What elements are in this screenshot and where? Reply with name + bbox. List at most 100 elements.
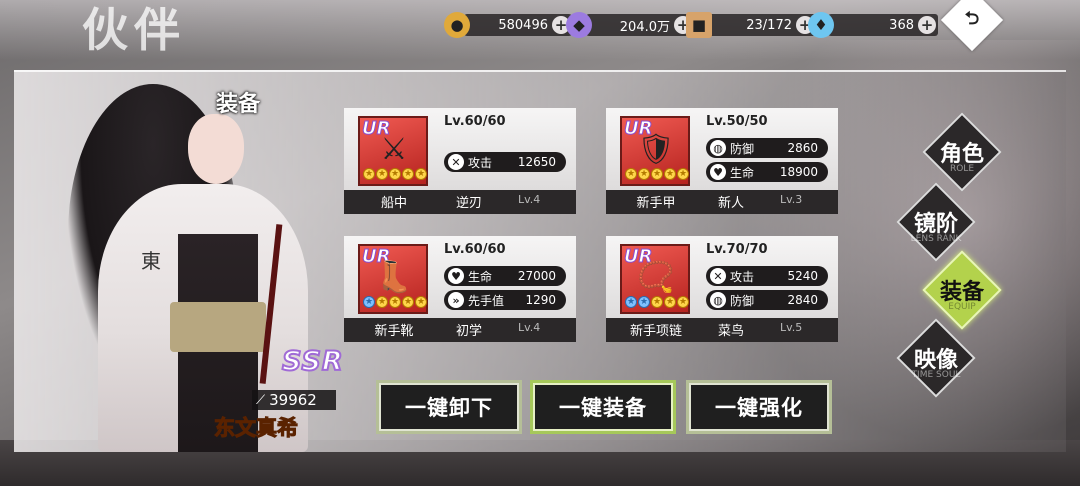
equip-stat: ◍ 防御 2860 <box>706 138 828 158</box>
equip-level: Lv.60/60 <box>444 242 506 257</box>
star-rating: ★ ★ ★ ★ ★ <box>362 296 428 310</box>
equip-sublevel: Lv.5 <box>780 321 803 334</box>
star-icon: ★ <box>677 168 689 180</box>
tab-sublabel: EQUIP <box>948 302 976 312</box>
star-icon: ★ <box>664 168 676 180</box>
equip-card-necklace[interactable]: UR 📿 ★ ★ ★ ★ ★ Lv.70/70 ✕ 攻击 5240 ◍ 防御 2840 … <box>606 236 838 342</box>
stat-value: 12650 <box>517 155 556 169</box>
star-rating: ★ ★ ★ ★ ★ <box>362 168 428 182</box>
stat-label: 防御 <box>730 141 755 156</box>
equip-stat: » 先手值 1290 <box>444 290 566 310</box>
tab-time-soul[interactable]: 映像 TIME SOUL <box>894 316 978 400</box>
resource-gold: ● 580496 + <box>444 12 572 38</box>
armor-icon: 🛡 <box>636 132 676 167</box>
stat-value: 2840 <box>787 293 818 307</box>
tab-sublabel: TIME SOUL <box>911 370 961 380</box>
heart-icon: ♥ <box>710 164 726 180</box>
equip-slot-name: 船中 <box>380 196 407 211</box>
stat-label: 攻击 <box>730 269 755 284</box>
back-button[interactable]: ⮌ <box>940 0 1004 52</box>
star-icon: ★ <box>376 296 388 308</box>
unequip-all-button[interactable]: 一键卸下 <box>376 380 522 434</box>
star-icon: ★ <box>415 168 427 180</box>
heart-icon: ♥ <box>448 268 464 284</box>
star-icon: ★ <box>389 168 401 180</box>
shield-icon: ◍ <box>710 140 726 156</box>
katana-icon: ⚔ <box>380 132 408 167</box>
star-icon: ★ <box>638 168 650 180</box>
star-icon: ★ <box>651 296 663 308</box>
stat-label: 先手值 <box>468 293 505 308</box>
tab-sublabel: ROLE <box>949 164 975 174</box>
star-icon: ★ <box>376 168 388 180</box>
combat-power: ⟋ 39962 <box>252 390 336 410</box>
resource-gold-pill: 580496 + <box>464 14 572 36</box>
equip-card-boots[interactable]: UR 👢 ★ ★ ★ ★ ★ Lv.60/60 ♥ 生命 27000 » 先手值 129… <box>344 236 576 342</box>
star-icon: ★ <box>363 296 375 308</box>
equip-sublevel: Lv.3 <box>780 193 803 206</box>
sword-icon: ✕ <box>710 268 726 284</box>
resource-crystal-value: 204.0万 <box>619 19 670 35</box>
stat-label: 攻击 <box>468 155 493 170</box>
equip-all-button[interactable]: 一键装备 <box>530 380 676 434</box>
boots-icon: 👢 <box>375 260 413 295</box>
star-rating: ★ ★ ★ ★ ★ <box>624 296 690 310</box>
tab-sublabel: LENS RANK <box>910 234 962 244</box>
character-emblem: 東 <box>141 249 161 273</box>
power-sword-icon: ⟋ <box>256 392 266 408</box>
back-arrow-icon: ⮌ <box>964 8 980 29</box>
enhance-all-button[interactable]: 一键强化 <box>686 380 832 434</box>
character-name: 东文真希 <box>214 415 299 441</box>
equip-stat: ◍ 防御 2840 <box>706 290 828 310</box>
resource-diamond-pill: 368 + <box>828 14 938 36</box>
star-icon: ★ <box>389 296 401 308</box>
star-icon: ★ <box>402 296 414 308</box>
stat-value: 1290 <box>525 293 556 307</box>
equip-sublevel: Lv.4 <box>518 321 541 334</box>
stat-value: 5240 <box>787 269 818 283</box>
equip-icon-boots: UR 👢 ★ ★ ★ ★ ★ <box>358 244 428 314</box>
stat-value: 27000 <box>517 269 556 283</box>
character-face <box>188 114 244 184</box>
shield-icon: ◍ <box>710 292 726 308</box>
gold-coin-icon: ● <box>444 12 470 38</box>
equip-stat: ✕ 攻击 5240 <box>706 266 828 286</box>
equip-level: Lv.60/60 <box>444 114 506 129</box>
star-icon: ★ <box>402 168 414 180</box>
add-diamond-button[interactable]: + <box>918 16 936 34</box>
supply-crate-icon: ■ <box>686 12 712 38</box>
purple-crystal-icon: ◆ <box>566 12 592 38</box>
star-icon: ★ <box>664 296 676 308</box>
section-title: 装备 <box>216 92 261 117</box>
resource-crate-value: 23/172 <box>746 17 792 33</box>
equip-slot-name: 新手靴 <box>374 324 414 339</box>
star-icon: ★ <box>415 296 427 308</box>
star-icon: ★ <box>677 296 689 308</box>
speed-icon: » <box>448 292 464 308</box>
equip-slot-name: 新手甲 <box>636 196 676 211</box>
equip-icon-weapon: UR ⚔ ★ ★ ★ ★ ★ <box>358 116 428 186</box>
equip-card-armor[interactable]: UR 🛡 ★ ★ ★ ★ ★ Lv.50/50 ◍ 防御 2860 ♥ 生命 18900… <box>606 108 838 214</box>
sword-icon: ✕ <box>448 154 464 170</box>
resource-crate: ■ 23/172 + <box>686 12 816 38</box>
page-title: 伙伴 <box>82 3 186 57</box>
resource-diamond: ♦ 368 + <box>808 12 938 38</box>
star-icon: ★ <box>625 296 637 308</box>
blue-diamond-icon: ♦ <box>808 12 834 38</box>
equip-sublevel: Lv.4 <box>518 193 541 206</box>
equip-stat: ✕ 攻击 12650 <box>444 152 566 172</box>
equip-card-weapon[interactable]: UR ⚔ ★ ★ ★ ★ ★ Lv.60/60 ✕ 攻击 12650 船中 逆刃 Lv.… <box>344 108 576 214</box>
star-rating: ★ ★ ★ ★ ★ <box>624 168 690 182</box>
resource-crystal: ◆ 204.0万 + <box>566 12 694 38</box>
stat-value: 2860 <box>787 141 818 155</box>
equip-slot-name: 新手项链 <box>629 324 682 339</box>
resource-gold-value: 580496 <box>498 17 548 33</box>
stat-label: 生命 <box>730 165 755 180</box>
resource-diamond-value: 368 <box>889 17 914 33</box>
stat-value: 18900 <box>779 165 818 179</box>
equip-icon-armor: UR 🛡 ★ ★ ★ ★ ★ <box>620 116 690 186</box>
character-obi <box>170 302 266 352</box>
combat-power-value: 39962 <box>269 391 317 409</box>
rarity-badge: SSR <box>281 345 344 378</box>
stat-label: 生命 <box>468 269 493 284</box>
